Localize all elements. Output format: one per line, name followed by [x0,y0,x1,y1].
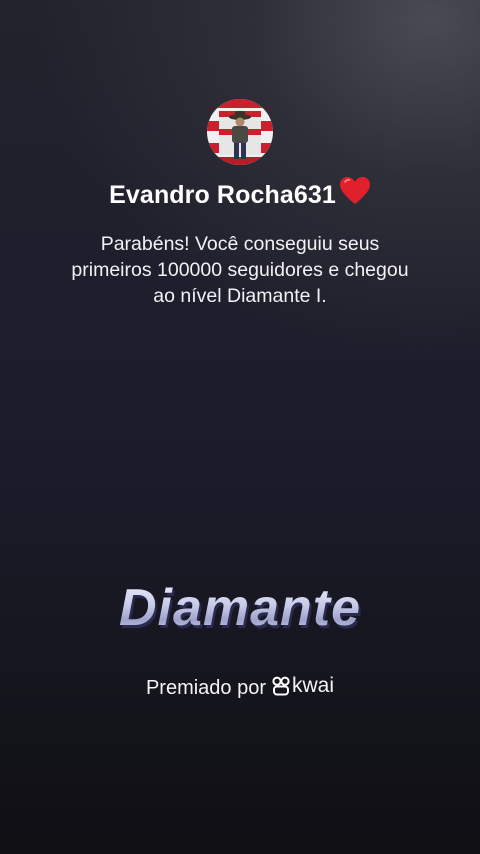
user-avatar-image [207,99,273,165]
avatar[interactable] [207,99,273,165]
username-text: Evandro Rocha631 [109,181,336,209]
congratulations-message: Parabéns! Você conseguiu seus primeiros … [71,233,409,307]
kwai-brand-name: kwai [292,674,335,697]
heart-icon [339,176,371,213]
kwai-logo-icon [272,676,290,696]
kwai-brand: kwai [272,674,334,698]
awarded-by-label: Premiado por [145,677,267,699]
username: Evandro Rocha631 [0,176,480,213]
awarded-by: Premiado por kwai [0,674,480,700]
level-name: Diamante [0,578,480,638]
